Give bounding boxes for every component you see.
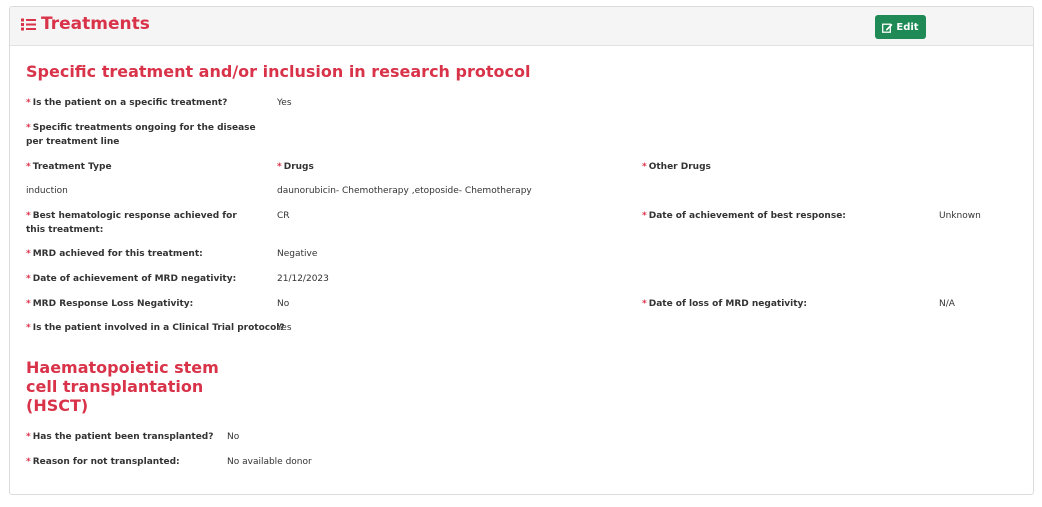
label-specific-treatment: * Is the patient on a specific treatment? <box>26 98 228 108</box>
cell-drugs: daunorubicin- Chemotherapy ,etoposide- C… <box>277 186 532 196</box>
edit-label: Edit <box>896 21 919 33</box>
required-marker: * <box>26 323 31 333</box>
label-best-response-date: * Date of achievement of best response: <box>642 211 846 221</box>
label-transplanted: * Has the patient been transplanted? <box>26 432 214 442</box>
value-best-response: CR <box>277 211 290 221</box>
required-marker: * <box>26 211 31 221</box>
required-marker: * <box>26 457 31 467</box>
value-mrd-loss: No <box>277 299 290 309</box>
column-header-treatment-type: * Treatment Type <box>26 162 112 172</box>
value-mrd-loss-date: N/A <box>939 299 955 309</box>
edit-button[interactable]: Edit <box>875 15 926 39</box>
required-marker: * <box>26 162 31 172</box>
panel-header: Treatments Edit <box>10 7 1033 46</box>
label-clinical-trial: * Is the patient involved in a Clinical T… <box>26 323 285 333</box>
panel-title: Treatments <box>41 14 150 34</box>
label-mrd-loss: * MRD Response Loss Negativity: <box>26 299 194 309</box>
cell-treatment-type: induction <box>26 186 68 196</box>
required-marker: * <box>26 123 31 133</box>
required-marker: * <box>26 299 31 309</box>
required-marker: * <box>26 274 31 284</box>
value-mrd: Negative <box>277 249 318 259</box>
treatments-panel: Treatments Edit Specific treatment and/o… <box>9 6 1034 495</box>
label-mrd-loss-date: * Date of loss of MRD negativity: <box>642 299 808 309</box>
label-reason-not-transplanted: * Reason for not transplanted: <box>26 457 180 467</box>
required-marker: * <box>642 299 647 309</box>
required-marker: * <box>26 98 31 108</box>
value-reason-not-transplanted: No available donor <box>227 457 312 467</box>
column-header-drugs: * Drugs <box>277 162 314 172</box>
section-title-specific-treatment: Specific treatment and/or inclusion in r… <box>26 62 531 81</box>
value-best-response-date: Unknown <box>939 211 981 221</box>
required-marker: * <box>642 211 647 221</box>
required-marker: * <box>642 162 647 172</box>
required-marker: * <box>26 432 31 442</box>
section-title-hsct: Haematopoietic stem cell transplantation… <box>26 358 219 415</box>
value-transplanted: No <box>227 432 240 442</box>
label-mrd: * MRD achieved for this treatment: <box>26 249 203 259</box>
label-ongoing-treatments: * Specific treatments ongoing for the dis… <box>26 123 256 147</box>
value-clinical-trial: Yes <box>277 323 292 333</box>
label-mrd-date: * Date of achievement of MRD negativity: <box>26 274 237 284</box>
label-best-response: * Best hematologic response achieved for … <box>26 211 237 235</box>
column-header-other-drugs: * Other Drugs <box>642 162 711 172</box>
value-mrd-date: 21/12/2023 <box>277 274 329 284</box>
required-marker: * <box>26 249 31 259</box>
edit-icon <box>882 23 893 33</box>
required-marker: * <box>277 162 282 172</box>
list-icon <box>21 18 36 30</box>
panel-title-group: Treatments <box>21 14 150 34</box>
value-specific-treatment: Yes <box>277 98 292 108</box>
